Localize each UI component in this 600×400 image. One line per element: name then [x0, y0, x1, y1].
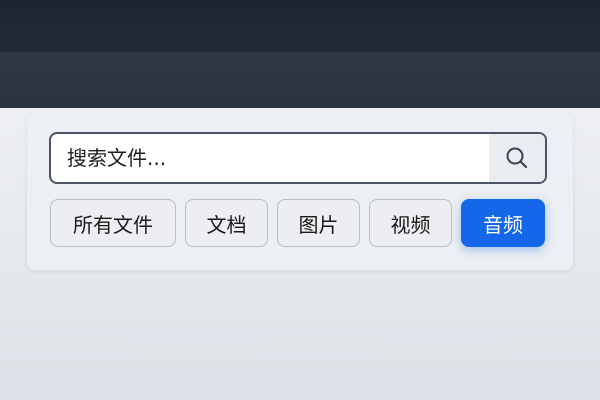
filter-audio-button[interactable]: 音频: [461, 199, 545, 247]
filter-documents-button[interactable]: 文档: [185, 199, 268, 247]
search-button[interactable]: [489, 134, 545, 182]
search-box: [49, 132, 547, 184]
filter-bar: 所有文件 文档 图片 视频 音频: [50, 199, 545, 247]
search-icon: [506, 147, 528, 169]
search-input[interactable]: [51, 134, 489, 182]
filter-videos-button[interactable]: 视频: [369, 199, 452, 247]
window-header-bar: [0, 52, 600, 108]
filter-all-files-button[interactable]: 所有文件: [50, 199, 176, 247]
filter-images-button[interactable]: 图片: [277, 199, 360, 247]
window-header-top: [0, 0, 600, 52]
